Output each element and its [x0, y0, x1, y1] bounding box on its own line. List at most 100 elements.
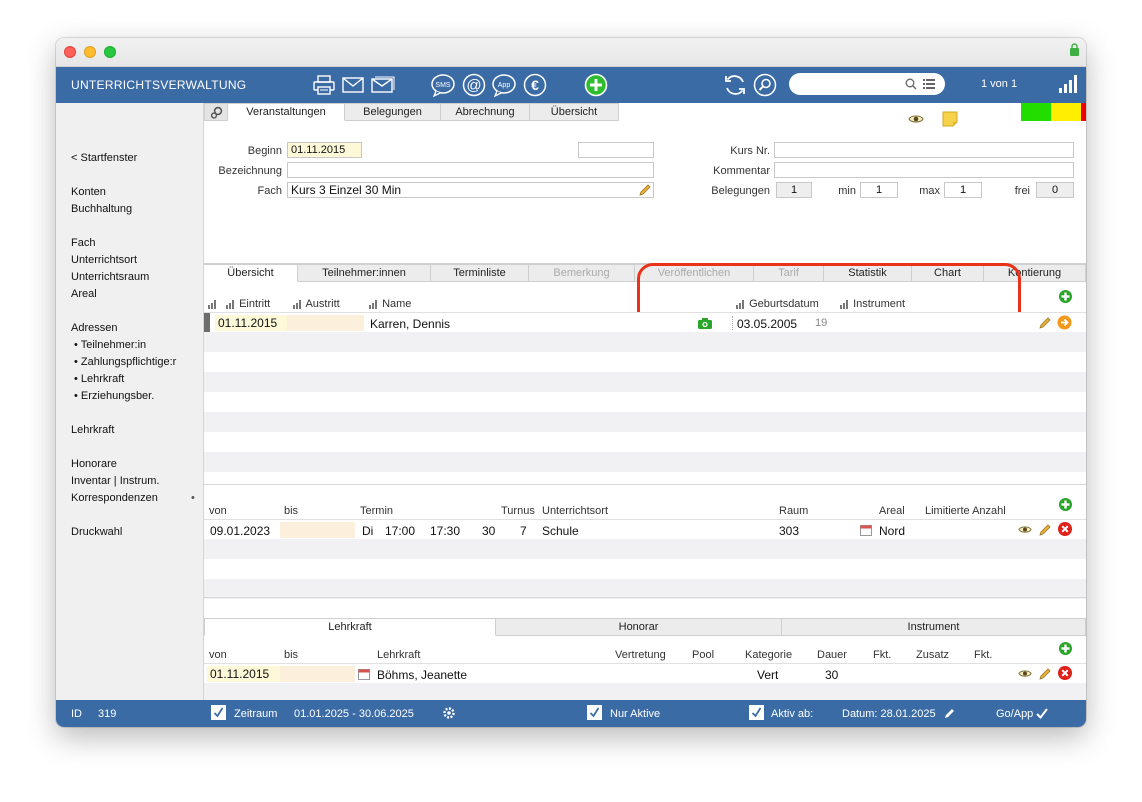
sched-tag[interactable]: Di: [362, 524, 373, 538]
sched-bis[interactable]: [280, 522, 355, 538]
kursnr-field[interactable]: [774, 142, 1074, 158]
tab-bemerkung[interactable]: Bemerkung: [529, 264, 635, 282]
row-geburtsdatum[interactable]: 03.05.2005: [737, 317, 797, 331]
tab-honorar[interactable]: Honorar: [496, 618, 782, 636]
goapp-check-icon[interactable]: [1036, 708, 1048, 719]
teacher-lehrkraft[interactable]: Böhms, Jeanette: [377, 668, 467, 682]
col-geburtsdatum[interactable]: Geburtsdatum: [736, 298, 819, 310]
zeitraum-checkbox[interactable]: [211, 705, 226, 720]
teacher-kategorie[interactable]: Vert: [757, 668, 778, 682]
arrow-right-icon[interactable]: [1057, 315, 1072, 330]
sidebar-item-erziehungsber[interactable]: • Erziehungsber.: [74, 390, 154, 402]
pencil-icon[interactable]: [638, 183, 652, 197]
mail-stack-icon[interactable]: [370, 72, 396, 98]
sched-raum[interactable]: 303: [779, 524, 799, 538]
sidebar-item-unterrichtsraum[interactable]: Unterrichtsraum: [71, 271, 149, 283]
min-field[interactable]: 1: [860, 182, 898, 198]
teacher-bis[interactable]: [280, 666, 355, 682]
sidebar-item-zahlungspflichtige[interactable]: • Zahlungspflichtige:r: [74, 356, 176, 368]
sidebar-item-druckwahl[interactable]: Druckwahl: [71, 526, 122, 538]
sort-icon[interactable]: [208, 299, 218, 309]
delete-schedule-icon[interactable]: [1058, 522, 1072, 536]
edit-participant-icon[interactable]: [1038, 316, 1052, 330]
delete-teacher-icon[interactable]: [1058, 666, 1072, 680]
add-teacher-icon[interactable]: [1059, 642, 1072, 655]
find-icon[interactable]: [752, 72, 778, 98]
tab-instrument[interactable]: Instrument: [782, 618, 1086, 636]
view-schedule-icon[interactable]: [1018, 524, 1032, 535]
sched-von[interactable]: 09.01.2023: [210, 524, 270, 538]
col-austritt[interactable]: Austritt: [293, 298, 340, 310]
aktiv-ab-checkbox[interactable]: [749, 705, 764, 720]
table-row[interactable]: 09.01.2023 Di 17:00 17:30 30 7 Schule 30…: [204, 519, 1086, 540]
tab-uebersicht[interactable]: Übersicht: [204, 264, 298, 282]
add-participant-icon[interactable]: [1059, 290, 1072, 303]
edit-date-icon[interactable]: [944, 707, 956, 719]
beginn-field[interactable]: 01.11.2015: [287, 142, 362, 158]
signal-icon[interactable]: [1059, 75, 1077, 93]
tab-abrechnung[interactable]: Abrechnung: [441, 103, 530, 121]
calendar-teacher-icon[interactable]: [358, 668, 370, 680]
tab-terminliste[interactable]: Terminliste: [431, 264, 529, 282]
nur-aktive-checkbox[interactable]: [587, 705, 602, 720]
zeitraum-range[interactable]: 01.01.2025 - 30.06.2025: [294, 708, 414, 720]
kommentar-field[interactable]: [774, 162, 1074, 178]
add-record-icon[interactable]: [583, 72, 609, 98]
sched-start[interactable]: 17:00: [385, 524, 415, 538]
list-icon[interactable]: [923, 79, 935, 89]
add-schedule-icon[interactable]: [1059, 498, 1072, 511]
bezeichnung-field[interactable]: [287, 162, 654, 178]
row-austritt[interactable]: [287, 315, 364, 331]
sched-dauer[interactable]: 30: [482, 524, 495, 538]
tab-lehrkraft[interactable]: Lehrkraft: [204, 618, 496, 636]
sidebar-item-unterrichtsort[interactable]: Unterrichtsort: [71, 254, 137, 266]
sidebar-item-teilnehmer[interactable]: • Teilnehmer:in: [74, 339, 146, 351]
datum-value[interactable]: Datum: 28.01.2025: [842, 708, 936, 720]
tab-veranstaltungen[interactable]: Veranstaltungen: [228, 103, 345, 121]
camera-icon[interactable]: [698, 318, 712, 329]
teacher-dauer[interactable]: 30: [825, 668, 838, 682]
edit-schedule-icon[interactable]: [1038, 523, 1052, 537]
row-name[interactable]: Karren, Dennis: [370, 317, 450, 331]
mail-icon[interactable]: [341, 72, 365, 98]
row-eintritt[interactable]: 01.11.2015: [215, 315, 287, 331]
at-icon[interactable]: @: [461, 72, 487, 98]
tab-uebersicht-top[interactable]: Übersicht: [530, 103, 619, 121]
sidebar-item-konten[interactable]: Konten: [71, 186, 106, 198]
sidebar-back-startfenster[interactable]: < Startfenster: [71, 152, 137, 164]
printer-icon[interactable]: [312, 72, 336, 98]
sched-areal[interactable]: Nord: [879, 524, 905, 538]
sched-turnus[interactable]: 7: [520, 524, 527, 538]
settings-gear-icon[interactable]: [442, 706, 456, 720]
sched-ort[interactable]: Schule: [542, 524, 579, 538]
edit-teacher-icon[interactable]: [1038, 667, 1052, 681]
refresh-icon[interactable]: [722, 72, 748, 98]
euro-icon[interactable]: €: [522, 72, 548, 98]
calendar-icon[interactable]: [860, 524, 872, 536]
fach-field[interactable]: Kurs 3 Einzel 30 Min: [287, 182, 654, 198]
teacher-von[interactable]: 01.11.2015: [207, 666, 280, 682]
status-green[interactable]: [1021, 103, 1051, 121]
sidebar-item-lehrkraft[interactable]: Lehrkraft: [71, 424, 114, 436]
search-field[interactable]: [789, 73, 945, 95]
max-field[interactable]: 1: [944, 182, 982, 198]
minimize-window-button[interactable]: [84, 46, 96, 58]
eye-icon[interactable]: [908, 113, 924, 125]
sidebar-item-inventar[interactable]: Inventar | Instrum.: [71, 475, 159, 487]
status-red[interactable]: [1081, 103, 1086, 121]
search-input[interactable]: [797, 76, 901, 94]
ende-field[interactable]: [578, 142, 654, 158]
col-eintritt[interactable]: Eintritt: [226, 298, 270, 310]
zoom-window-button[interactable]: [104, 46, 116, 58]
sidebar-item-areal[interactable]: Areal: [71, 288, 97, 300]
sched-end[interactable]: 17:30: [430, 524, 460, 538]
status-yellow[interactable]: [1051, 103, 1081, 121]
sidebar-item-buchhaltung[interactable]: Buchhaltung: [71, 203, 132, 215]
settings-tab[interactable]: [204, 103, 228, 121]
note-icon[interactable]: [942, 111, 958, 127]
sidebar-item-honorare[interactable]: Honorare: [71, 458, 117, 470]
table-row[interactable]: 01.11.2015 Böhms, Jeanette Vert 30: [204, 663, 1086, 684]
col-instrument[interactable]: Instrument: [840, 298, 905, 310]
goapp-label[interactable]: Go/App: [996, 708, 1033, 720]
sidebar-item-adressen[interactable]: Adressen: [71, 322, 117, 334]
